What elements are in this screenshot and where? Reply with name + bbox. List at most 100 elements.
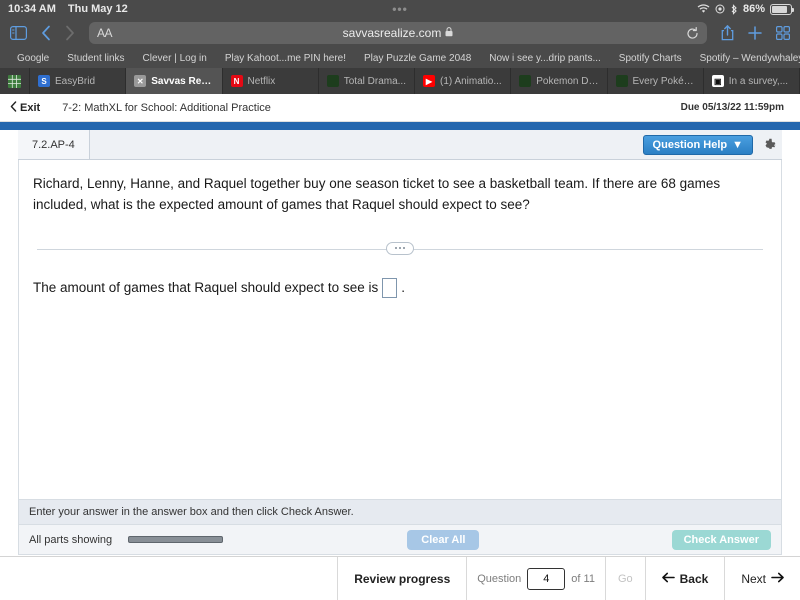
question-jump-group: Question of 11: [466, 557, 605, 600]
status-indicators: 86%: [697, 3, 792, 15]
sidebar-icon[interactable]: [10, 26, 27, 40]
answer-input[interactable]: [382, 278, 397, 298]
browser-tab[interactable]: Pokemon De...: [511, 68, 607, 94]
address-bar-url: savvasrealize.com: [343, 26, 442, 40]
plus-icon[interactable]: [748, 26, 762, 40]
browser-tab[interactable]: Total Drama...: [319, 68, 415, 94]
exit-button[interactable]: Exit: [10, 101, 40, 115]
gear-icon[interactable]: [761, 137, 776, 152]
assignment-title: 7-2: MathXL for School: Additional Pract…: [62, 102, 271, 114]
tab-label: (1) Animatio...: [440, 76, 502, 87]
fandom-icon: [616, 75, 628, 87]
question-help-button[interactable]: Question Help ▼: [643, 135, 753, 155]
battery-percent: 86%: [743, 3, 765, 15]
answer-prefix: The amount of games that Raquel should e…: [33, 280, 378, 295]
check-answer-button[interactable]: Check Answer: [672, 530, 771, 550]
divider-grip-handle[interactable]: [386, 242, 414, 255]
browser-toolbar: AA savvasrealize.com: [0, 18, 800, 48]
address-bar[interactable]: AA savvasrealize.com: [89, 22, 707, 44]
bookmarks-bar: Google Student links Clever | Log in Pla…: [0, 48, 800, 68]
ipad-status-bar: 10:34 AM Thu May 12 ••• 86%: [0, 0, 800, 18]
next-button[interactable]: Next: [724, 557, 800, 600]
show-all-tabs-icon[interactable]: [0, 68, 30, 94]
question-help-label: Question Help: [653, 139, 728, 151]
status-time: 10:34 AM: [8, 3, 56, 15]
bottom-navigation: Review progress Question of 11 Go Back N…: [0, 556, 800, 600]
status-date: Thu May 12: [68, 3, 128, 15]
question-body: Richard, Lenny, Hanne, and Raquel togeth…: [18, 160, 782, 500]
arrow-right-icon: [771, 572, 784, 586]
lock-icon: [445, 26, 453, 40]
browser-tab[interactable]: ▶ (1) Animatio...: [415, 68, 511, 94]
hint-bar: Enter your answer in the answer box and …: [18, 500, 782, 525]
forward-chevron-icon[interactable]: [65, 25, 75, 41]
back-chevron-icon[interactable]: [41, 25, 51, 41]
fandom-icon: [327, 75, 339, 87]
bookmark-item[interactable]: Student links: [58, 53, 133, 64]
question-id: 7.2.AP-4: [18, 130, 90, 159]
fandom-icon: [519, 75, 531, 87]
parts-progress-slider[interactable]: [128, 536, 223, 543]
bookmark-item[interactable]: Now i see y...drip pants...: [480, 53, 610, 64]
browser-tab[interactable]: N Netflix: [223, 68, 319, 94]
accent-bar: [0, 122, 800, 130]
youtube-icon: ▶: [423, 75, 435, 87]
multitask-handle-icon[interactable]: •••: [392, 2, 408, 16]
question-number-label: Question: [477, 573, 521, 585]
tab-label: In a survey,...: [729, 76, 788, 87]
tab-label: Netflix: [248, 76, 276, 87]
chevron-left-icon: [10, 101, 17, 115]
action-bar: All parts showing Clear All Check Answer: [18, 525, 782, 555]
section-divider: [37, 242, 763, 256]
tab-label: Total Drama...: [344, 76, 406, 87]
bookmark-item[interactable]: Spotify – Wendywhaleym: [691, 53, 800, 64]
browser-tab[interactable]: ▣ In a survey,...: [704, 68, 800, 94]
back-label: Back: [680, 572, 709, 586]
screen: 10:34 AM Thu May 12 ••• 86%: [0, 0, 800, 600]
question-total-label: of 11: [571, 573, 595, 585]
question-header-actions: Question Help ▼: [643, 135, 782, 155]
tab-label: EasyBrid: [55, 76, 95, 87]
go-button[interactable]: Go: [605, 557, 645, 600]
quizlet-icon: ▣: [712, 75, 724, 87]
easybridge-icon: S: [38, 75, 50, 87]
bluetooth-icon: [730, 4, 738, 15]
due-date: Due 05/13/22 11:59pm: [681, 102, 790, 113]
question-header: 7.2.AP-4 Question Help ▼: [18, 130, 782, 160]
answer-line: The amount of games that Raquel should e…: [31, 278, 769, 298]
question-number-input[interactable]: [527, 568, 565, 590]
tab-label: Pokemon De...: [536, 76, 598, 87]
battery-icon: [770, 4, 792, 15]
bookmark-item[interactable]: Spotify Charts: [610, 53, 691, 64]
browser-tab-active[interactable]: ✕ Savvas Realize: [126, 68, 222, 94]
browser-tab[interactable]: S EasyBrid: [30, 68, 126, 94]
next-label: Next: [741, 572, 766, 586]
chevron-down-icon: ▼: [732, 139, 743, 151]
wifi-icon: [697, 4, 710, 14]
tab-label: Every Pokém...: [633, 76, 695, 87]
question-text: Richard, Lenny, Hanne, and Raquel togeth…: [31, 174, 769, 216]
tab-bar: S EasyBrid ✕ Savvas Realize N Netflix To…: [0, 68, 800, 94]
address-bar-url-wrap: savvasrealize.com: [89, 26, 707, 40]
action-bar-right: Check Answer: [664, 530, 771, 550]
savvas-icon: ✕: [134, 75, 146, 87]
text-size-button[interactable]: AA: [97, 26, 112, 40]
answer-suffix: .: [401, 280, 405, 295]
bookmark-item[interactable]: Play Puzzle Game 2048: [355, 53, 480, 64]
bookmark-item[interactable]: Play Kahoot...me PIN here!: [216, 53, 355, 64]
app-header: Exit 7-2: MathXL for School: Additional …: [0, 94, 800, 122]
netflix-icon: N: [231, 75, 243, 87]
bookmark-item[interactable]: Clever | Log in: [134, 53, 216, 64]
arrow-left-icon: [662, 572, 675, 586]
bookmark-item[interactable]: Google: [8, 53, 58, 64]
tab-label: Savvas Realize: [151, 76, 213, 87]
clear-all-button[interactable]: Clear All: [407, 530, 479, 550]
question-card: 7.2.AP-4 Question Help ▼ Richard, Lenny,…: [0, 130, 800, 555]
browser-tab[interactable]: Every Pokém...: [608, 68, 704, 94]
share-icon[interactable]: [721, 25, 734, 41]
tab-grid-icon[interactable]: [776, 26, 790, 40]
screen-record-icon: [715, 4, 725, 14]
review-progress-button[interactable]: Review progress: [337, 557, 466, 600]
back-button[interactable]: Back: [645, 557, 725, 600]
reload-icon[interactable]: [686, 27, 699, 40]
